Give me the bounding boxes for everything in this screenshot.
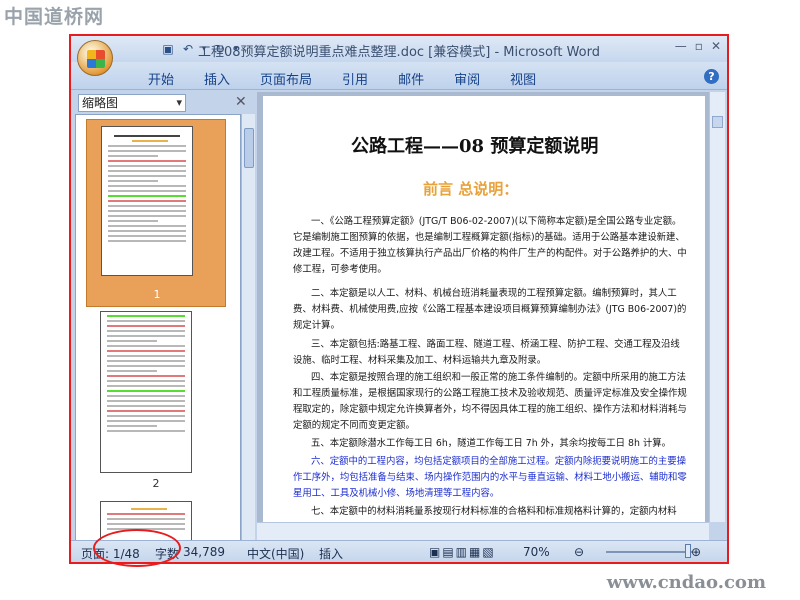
page-thumbnail-2[interactable]: 2	[86, 309, 226, 490]
highlight-ellipse	[93, 529, 181, 567]
thumbnail-pane: 缩略图 ✕ 1	[75, 92, 255, 542]
insert-mode-indicator[interactable]: 插入	[319, 545, 343, 562]
paragraph-3: 三、本定额包括:路基工程、路面工程、隧道工程、桥涵工程、防护工程、交通工程及沿线…	[293, 339, 680, 366]
pane-mode-select[interactable]: 缩略图	[78, 94, 186, 112]
tab-insert[interactable]: 插入	[189, 69, 245, 88]
paragraph-2: 二、本定额是以人工、材料、机械台班消耗量表现的工程预算定额。编制预算时，其人工费…	[293, 288, 687, 331]
page-number-2: 2	[152, 477, 160, 490]
zoom-level[interactable]: 70%	[523, 545, 550, 559]
view-buttons[interactable]: ▣▤▥▦▧	[429, 545, 496, 559]
tab-page-layout[interactable]: 页面布局	[245, 69, 327, 88]
paragraph-1: 一、《公路工程预算定额》(JTG/T B06-02-2007)(以下简称本定额)…	[293, 216, 687, 275]
tab-references[interactable]: 引用	[327, 69, 383, 88]
zoom-out-icon[interactable]: ⊖	[574, 545, 584, 559]
restore-button[interactable]: ▫	[695, 39, 703, 53]
watermark-top-left: 中国道桥网	[4, 6, 105, 28]
page-number-1: 1	[153, 288, 161, 301]
close-button[interactable]: ✕	[711, 39, 721, 53]
tab-mailings[interactable]: 邮件	[383, 69, 439, 88]
tab-home[interactable]: 开始	[133, 69, 189, 88]
minimize-button[interactable]: —	[675, 39, 687, 53]
document-page[interactable]: 公路工程——08 预算定额说明 前言 总说明： 一、《公路工程预算定额》(JTG…	[263, 96, 705, 536]
window-title: 工程08预算定额说明重点难点整理.doc [兼容模式] - Microsoft …	[198, 45, 600, 60]
document-subtitle: 前言 总说明：	[423, 180, 519, 198]
language-indicator[interactable]: 中文(中国)	[247, 545, 304, 562]
word-count[interactable]: 34,789	[183, 545, 225, 559]
ribbon-tabs: 开始 插入 页面布局 引用 邮件 审阅 视图 ?	[71, 62, 727, 90]
help-icon[interactable]: ?	[704, 69, 719, 84]
document-title: 公路工程——08 预算定额说明	[351, 136, 599, 157]
paragraph-6: 六、定额中的工程内容，均包括定额项目的全部施工过程。定额内除扼要说明施工的主要操…	[293, 456, 687, 499]
paragraph-5: 五、本定额除潜水工作每工日 6h，隧道工作每工日 7h 外，其余均按每工日 8h…	[311, 438, 671, 449]
window-controls: — ▫ ✕	[675, 39, 721, 53]
tab-view[interactable]: 视图	[495, 69, 551, 88]
page-thumbnail-1[interactable]: 1	[86, 119, 226, 307]
tab-review[interactable]: 审阅	[439, 69, 495, 88]
zoom-slider[interactable]	[606, 551, 692, 553]
word-window: ▣ ↶ ▾ ↻ ▾ 工程08预算定额说明重点难点整理.doc [兼容模式] - …	[69, 34, 729, 564]
office-button[interactable]	[77, 40, 113, 76]
document-horizontal-scrollbar[interactable]	[257, 522, 709, 540]
paragraph-7: 七、本定额中的材料消耗量系按现行材料标准的合格料和标准规格料计算的，定额内材料	[311, 506, 677, 517]
zoom-in-icon[interactable]: ⊕	[691, 545, 701, 559]
watermark-bottom-right: www.cndao.com	[606, 572, 766, 593]
document-vertical-scrollbar[interactable]	[709, 92, 725, 522]
paragraph-4: 四、本定额是按照合理的施工组织和一般正常的施工条件编制的。定额中所采用的施工方法…	[293, 372, 687, 431]
pane-close-icon[interactable]: ✕	[235, 94, 247, 110]
document-area: 公路工程——08 预算定额说明 前言 总说明： 一、《公路工程预算定额》(JTG…	[257, 92, 709, 536]
thumbnail-scrollbar[interactable]	[241, 114, 255, 542]
thumbnail-list: 1 2	[75, 114, 241, 542]
title-bar: ▣ ↶ ▾ ↻ ▾ 工程08预算定额说明重点难点整理.doc [兼容模式] - …	[71, 36, 727, 62]
